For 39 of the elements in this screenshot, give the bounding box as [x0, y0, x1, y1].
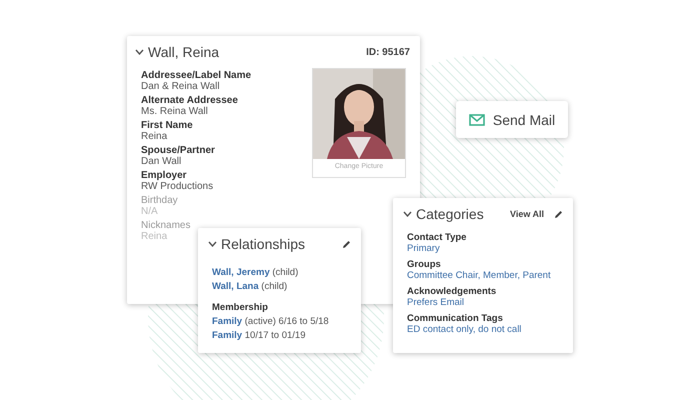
field-value: Reina: [141, 231, 168, 242]
pencil-icon[interactable]: [554, 210, 563, 218]
pencil-icon[interactable]: [342, 240, 351, 248]
field-label: Alternate Addressee: [141, 95, 239, 106]
field-value: Dan & Reina Wall: [141, 81, 221, 92]
chevron-icon[interactable]: [135, 49, 144, 55]
field-value: Reina: [141, 131, 168, 142]
card-title: Wall, Reina: [148, 44, 220, 60]
membership-label: Membership: [212, 302, 269, 313]
relationship-entry: Wall, Jeremy (child): [212, 267, 300, 278]
field-label: Nicknames: [141, 220, 192, 231]
category-label: Contact Type: [407, 232, 468, 243]
membership-entry: Family (active) 6/16 to 5/18: [212, 316, 330, 327]
view-all-link[interactable]: View All: [510, 209, 544, 219]
category-value: Committee Chair, Member, Parent: [407, 270, 552, 281]
card-title: Categories: [416, 206, 484, 222]
field-value: Dan Wall: [141, 156, 182, 167]
field-label: Birthday: [141, 195, 179, 206]
field-label: First Name: [141, 120, 194, 131]
card-title: Relationships: [221, 236, 306, 252]
envelope-icon: [468, 114, 485, 126]
field-label: Spouse/Partner: [141, 145, 216, 156]
contact-id: ID: 95167: [366, 46, 410, 58]
field-value: N/A: [141, 206, 159, 217]
chevron-icon[interactable]: [403, 211, 412, 217]
category-label: Groups: [407, 259, 442, 270]
membership-entry: Family 10/17 to 01/19: [212, 330, 306, 341]
field-label: Employer: [141, 170, 188, 181]
category-value: Primary: [407, 243, 441, 254]
chevron-icon[interactable]: [208, 241, 217, 247]
field-label: Addressee/Label Name: [141, 70, 252, 81]
category-label: Communication Tags: [407, 313, 504, 324]
category-value: ED contact only, do not call: [407, 324, 522, 335]
send-mail-button[interactable]: Send Mail: [456, 101, 568, 138]
category-label: Acknowledgements: [407, 286, 498, 297]
field-value: RW Productions: [141, 181, 214, 192]
field-value: Ms. Reina Wall: [141, 106, 209, 117]
category-value: Prefers Email: [407, 297, 466, 308]
relationship-entry: Wall, Lana (child): [212, 281, 288, 292]
